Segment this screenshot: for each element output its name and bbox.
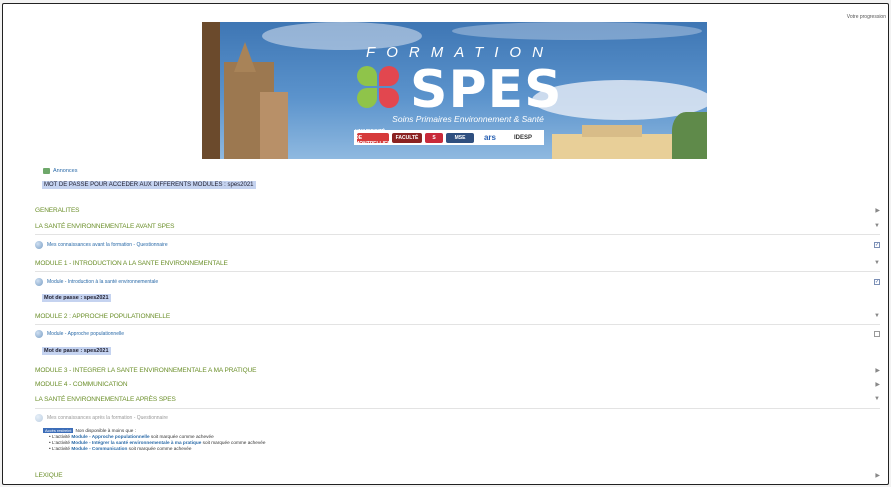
restriction-link[interactable]: Module - Approche populationnelle (71, 434, 149, 439)
section-generalites[interactable]: GENERALITES (35, 207, 80, 214)
section-avant-spes[interactable]: LA SANTÉ ENVIRONNEMENTALE AVANT SPES (35, 223, 174, 230)
partner-logos: UNIVERSITÉ DE MONTPELLIER FACULTÉ S MSE … (354, 128, 544, 147)
logo-ars: ars (477, 132, 503, 143)
annonces-link[interactable]: Annonces (43, 168, 77, 174)
logo-universite: UNIVERSITÉ DE MONTPELLIER (355, 128, 391, 147)
section-module-1[interactable]: MODULE 1 - INTRODUCTION A LA SANTE ENVIR… (35, 260, 228, 267)
logo-s: S (425, 132, 443, 143)
banner-formation-text: FORMATION (366, 44, 554, 61)
divider (35, 324, 880, 325)
access-restriction: Accès restreint Non disponible à moins qu… (43, 428, 265, 452)
section-module-2[interactable]: MODULE 2 : APPROCHE POPULATIONNELLE (35, 313, 170, 320)
restriction-list: L'activité Module - Approche populationn… (43, 434, 266, 452)
module2-password: Mot de passe : spes2021 (42, 347, 111, 355)
section-lexique[interactable]: LEXIQUE (35, 472, 63, 479)
collapse-apres-icon[interactable]: ▼ (874, 396, 880, 402)
divider (35, 271, 880, 272)
module1-password: Mot de passe : spes2021 (42, 294, 111, 302)
logo-idesp: IDESP (506, 132, 540, 143)
activity-label: Mes connaissances avant la formation - Q… (47, 242, 168, 248)
activity-avant-questionnaire[interactable]: Mes connaissances avant la formation - Q… (35, 241, 168, 249)
page-frame: Votre progression FORMATION SPES Soins P… (2, 3, 889, 485)
completion-checkbox-avant[interactable]: ✓ (874, 242, 880, 248)
divider (35, 408, 880, 409)
main-password-notice: MOT DE PASSE POUR ACCEDER AUX DIFFERENTS… (42, 181, 256, 189)
divider (35, 234, 880, 235)
restriction-link[interactable]: Module - Communication (71, 446, 127, 451)
questionnaire-icon (35, 414, 43, 422)
section-apres-spes[interactable]: LA SANTÉ ENVIRONNEMENTALE APRÈS SPES (35, 396, 176, 403)
activity-module-1[interactable]: Module - Introduction à la santé environ… (35, 278, 158, 286)
questionnaire-icon (35, 241, 43, 249)
expand-generalites-icon[interactable]: ▶ (875, 207, 880, 214)
activity-module-2[interactable]: Module - Approche populationnelle (35, 330, 124, 338)
logo-faculte: FACULTÉ (392, 132, 422, 143)
expand-module3-icon[interactable]: ▶ (875, 367, 880, 374)
spes-clover-logo (357, 66, 403, 112)
expand-module4-icon[interactable]: ▶ (875, 381, 880, 388)
completion-checkbox-module1[interactable]: ✓ (874, 279, 880, 285)
restriction-link[interactable]: Module - Intégrer la santé environnement… (71, 440, 201, 445)
activity-label: Module - Approche populationnelle (47, 331, 124, 337)
collapse-module2-icon[interactable]: ▼ (874, 313, 880, 319)
activity-label: Mes connaissances après la formation - Q… (47, 415, 168, 421)
collapse-module1-icon[interactable]: ▼ (874, 260, 880, 266)
section-module-4[interactable]: MODULE 4 - COMMUNICATION (35, 381, 128, 388)
module-icon (35, 330, 43, 338)
forum-icon (43, 168, 50, 174)
course-banner: FORMATION SPES Soins Primaires Environne… (202, 22, 707, 159)
banner-subtitle: Soins Primaires Environnement & Santé (392, 114, 544, 124)
completion-checkbox-module2[interactable] (874, 331, 880, 337)
expand-lexique-icon[interactable]: ▶ (875, 472, 880, 479)
collapse-avant-icon[interactable]: ▼ (874, 223, 880, 229)
module-icon (35, 278, 43, 286)
restriction-intro: Non disponible à moins que : (75, 428, 136, 433)
restricted-badge: Accès restreint (43, 428, 74, 433)
activity-apres-questionnaire: Mes connaissances après la formation - Q… (35, 414, 168, 422)
annonces-label: Annonces (53, 168, 78, 174)
restriction-item: L'activité Module - Communication soit m… (49, 446, 265, 452)
logo-mse: MSE (446, 132, 474, 143)
progress-label: Votre progression (846, 14, 886, 20)
activity-label: Module - Introduction à la santé environ… (47, 279, 159, 285)
banner-spes-title: SPES (410, 60, 563, 120)
section-module-3[interactable]: MODULE 3 - INTEGRER LA SANTE ENVIRONNEME… (35, 367, 257, 374)
